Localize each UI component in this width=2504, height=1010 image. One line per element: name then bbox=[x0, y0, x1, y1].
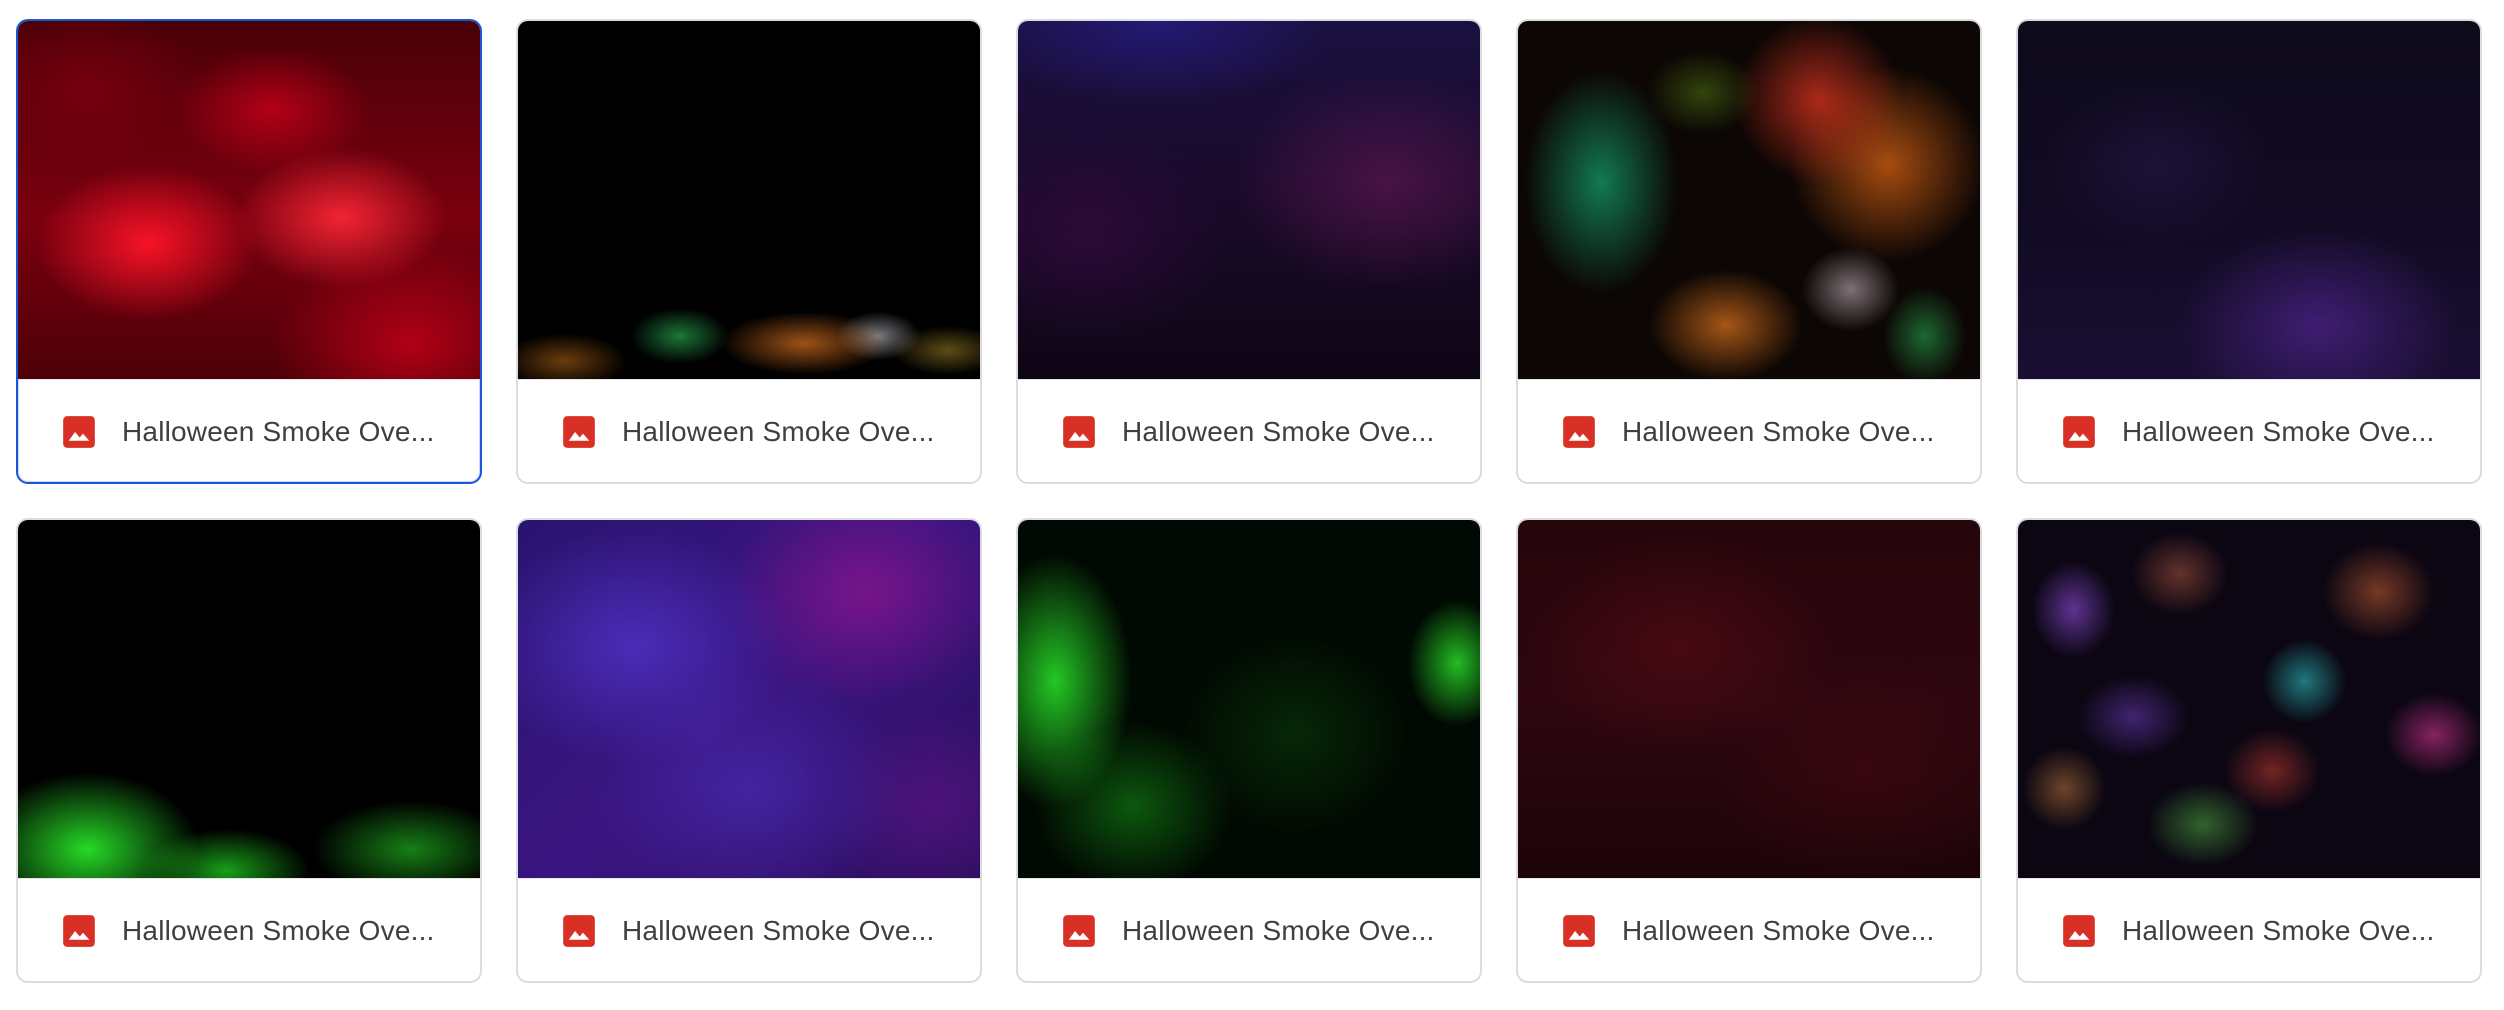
file-card-footer[interactable]: Halloween Smoke Ove... bbox=[2018, 379, 2480, 482]
file-name: Halloween Smoke Ove... bbox=[1122, 416, 1435, 447]
file-card-footer[interactable]: Halloween Smoke Ove... bbox=[2018, 878, 2480, 981]
file-card[interactable]: Halloween Smoke Ove... bbox=[16, 19, 482, 484]
file-card[interactable]: Halloween Smoke Ove... bbox=[516, 19, 982, 484]
file-card[interactable]: Halloween Smoke Ove... bbox=[2016, 518, 2482, 983]
image-file-icon bbox=[1563, 915, 1595, 947]
file-grid: Halloween Smoke Ove... Halloween Smoke O… bbox=[16, 19, 2482, 983]
file-name: Halloween Smoke Ove... bbox=[2122, 416, 2435, 447]
image-file-icon bbox=[63, 915, 95, 947]
file-card[interactable]: Halloween Smoke Ove... bbox=[1516, 19, 1982, 484]
file-card-footer[interactable]: Halloween Smoke Ove... bbox=[518, 379, 980, 482]
file-card[interactable]: Halloween Smoke Ove... bbox=[1516, 518, 1982, 983]
file-name: Halloween Smoke Ove... bbox=[1622, 915, 1935, 946]
file-card-footer[interactable]: Halloween Smoke Ove... bbox=[18, 878, 480, 981]
file-name: Halloween Smoke Ove... bbox=[2122, 915, 2435, 946]
file-thumbnail[interactable] bbox=[18, 520, 480, 878]
file-card-footer[interactable]: Halloween Smoke Ove... bbox=[1018, 878, 1480, 981]
file-thumbnail[interactable] bbox=[1518, 520, 1980, 878]
file-thumbnail[interactable] bbox=[2018, 520, 2480, 878]
file-thumbnail[interactable] bbox=[18, 21, 480, 379]
file-card-footer[interactable]: Halloween Smoke Ove... bbox=[18, 379, 480, 482]
file-card-footer[interactable]: Halloween Smoke Ove... bbox=[518, 878, 980, 981]
file-thumbnail[interactable] bbox=[1018, 520, 1480, 878]
file-card-footer[interactable]: Halloween Smoke Ove... bbox=[1518, 878, 1980, 981]
image-file-icon bbox=[1063, 416, 1095, 448]
file-thumbnail[interactable] bbox=[518, 21, 980, 379]
file-card[interactable]: Halloween Smoke Ove... bbox=[1016, 19, 1482, 484]
image-file-icon bbox=[1063, 915, 1095, 947]
file-name: Halloween Smoke Ove... bbox=[1622, 416, 1935, 447]
image-file-icon bbox=[563, 915, 595, 947]
file-card[interactable]: Halloween Smoke Ove... bbox=[1016, 518, 1482, 983]
image-file-icon bbox=[563, 416, 595, 448]
file-card[interactable]: Halloween Smoke Ove... bbox=[516, 518, 982, 983]
file-thumbnail[interactable] bbox=[518, 520, 980, 878]
file-card-footer[interactable]: Halloween Smoke Ove... bbox=[1018, 379, 1480, 482]
file-card-footer[interactable]: Halloween Smoke Ove... bbox=[1518, 379, 1980, 482]
file-name: Halloween Smoke Ove... bbox=[622, 416, 935, 447]
file-name: Halloween Smoke Ove... bbox=[122, 416, 435, 447]
file-thumbnail[interactable] bbox=[1518, 21, 1980, 379]
image-file-icon bbox=[63, 416, 95, 448]
file-name: Halloween Smoke Ove... bbox=[1122, 915, 1435, 946]
file-thumbnail[interactable] bbox=[2018, 21, 2480, 379]
file-card[interactable]: Halloween Smoke Ove... bbox=[2016, 19, 2482, 484]
image-file-icon bbox=[2063, 416, 2095, 448]
file-card[interactable]: Halloween Smoke Ove... bbox=[16, 518, 482, 983]
file-name: Halloween Smoke Ove... bbox=[122, 915, 435, 946]
image-file-icon bbox=[1563, 416, 1595, 448]
file-name: Halloween Smoke Ove... bbox=[622, 915, 935, 946]
image-file-icon bbox=[2063, 915, 2095, 947]
file-thumbnail[interactable] bbox=[1018, 21, 1480, 379]
